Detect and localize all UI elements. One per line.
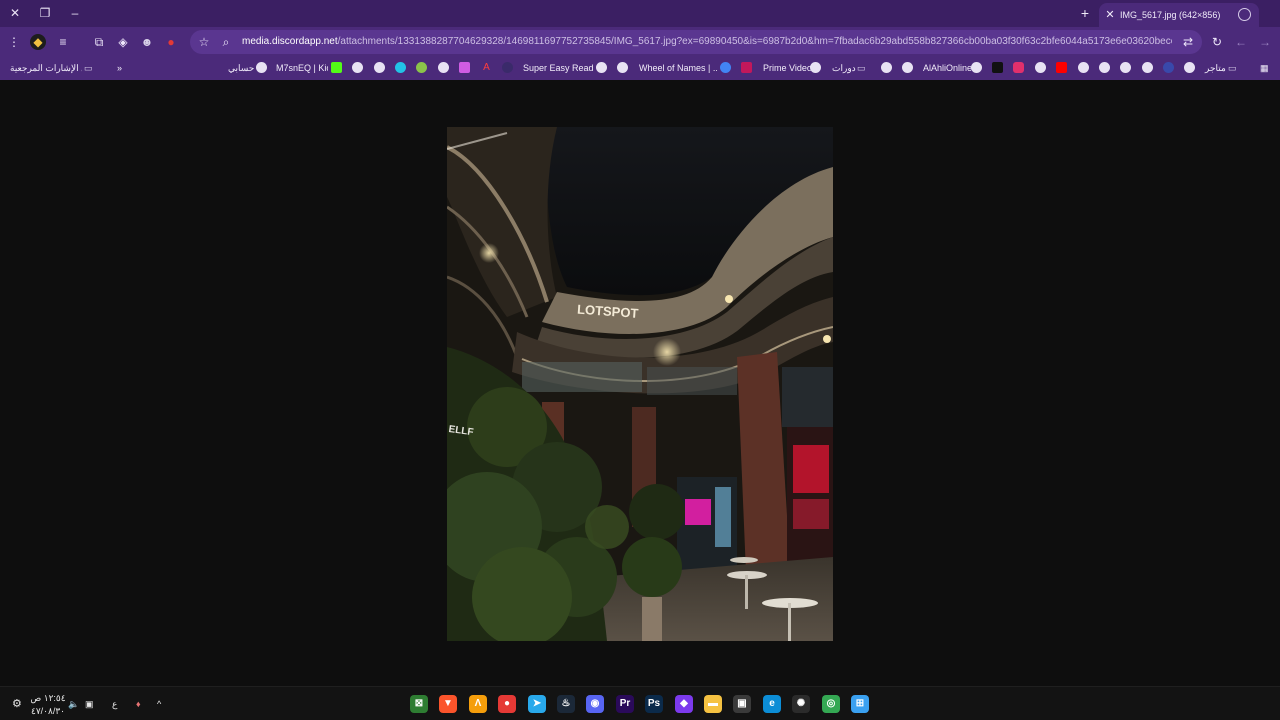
prime-icon (741, 62, 752, 73)
anchor-icon (1163, 62, 1174, 73)
window-minimize-button[interactable]: – (64, 4, 86, 22)
steam-icon[interactable]: ♨ (557, 695, 575, 713)
forward-icon[interactable]: → (1257, 34, 1273, 50)
reload-icon[interactable]: ↻ (1209, 34, 1225, 50)
reading-list-icon[interactable]: ≡ (55, 34, 71, 50)
url-path: /attachments/1331388287704629328/1469811… (337, 36, 1172, 47)
address-bar[interactable]: ☆ ⌕ media.discordapp.net/attachments/133… (190, 30, 1202, 54)
extension-face-icon[interactable]: ☻ (139, 34, 155, 50)
apps-icon[interactable]: ▦ (1260, 60, 1274, 76)
tab-strip: ✕ ❐ – + ✕ IMG_5617.jpg (642×856) (0, 0, 1280, 27)
discord-icon[interactable]: ◉ (586, 695, 604, 713)
globe-icon (1142, 62, 1153, 73)
xbox-icon[interactable]: ⊠ (410, 695, 428, 713)
bookmark-wheel-of-names[interactable]: Wheel of Names | ...م (639, 60, 717, 76)
url-host: media.discordapp.net (242, 36, 338, 47)
globe-icon (438, 62, 449, 73)
instagram-icon (1013, 62, 1024, 73)
window-close-button[interactable]: ✕ (4, 4, 26, 22)
chrome-icon[interactable]: ◎ (822, 695, 840, 713)
globe-icon (1120, 62, 1131, 73)
telegram-icon[interactable]: ➤ (528, 695, 546, 713)
adobe-icon: A (483, 62, 490, 73)
globe-icon (374, 62, 385, 73)
microphone-icon[interactable]: ♦ (136, 696, 146, 712)
kick-purple-icon[interactable]: ◆ (675, 695, 693, 713)
volume-icon[interactable]: 🔈 (68, 696, 80, 712)
toolbar: ⋮ ◆ ≡ ⧉ ◈ ☻ ● ☆ ⌕ media.discordapp.net/a… (0, 27, 1280, 57)
browser-window: ✕ ❐ – + ✕ IMG_5617.jpg (642×856) ⋮ ◆ ≡ ⧉… (0, 0, 1280, 80)
bookmark-prime-video[interactable]: Prime Video (763, 60, 812, 76)
download-icon (416, 62, 427, 73)
globe-icon (1238, 8, 1251, 21)
globe-icon (1099, 62, 1110, 73)
bookmarks-bar: ▭ كل الإشارات المرجعية » حسابي M7snEQ | … (0, 57, 1280, 80)
globe-icon (881, 62, 892, 73)
wheel-icon (720, 62, 731, 73)
microsoft-store-icon[interactable]: ▣ (733, 695, 751, 713)
displayed-photo[interactable]: LOTSPOT ELLF (447, 127, 833, 641)
back-icon[interactable]: ← (1233, 34, 1249, 50)
windows-start-icon[interactable]: ⊞ (851, 695, 869, 713)
globe-icon (902, 62, 913, 73)
all-bookmarks-button[interactable]: كل الإشارات المرجعية (10, 60, 82, 76)
folder-icon: ▭ (84, 63, 93, 73)
site-info-icon[interactable]: ⇄ (1180, 34, 1196, 50)
extension-red-icon[interactable]: ● (163, 34, 179, 50)
recorder-icon[interactable]: ● (498, 695, 516, 713)
bookmark-kick[interactable]: M7snEQ | Kick (276, 60, 328, 76)
globe-icon (810, 62, 821, 73)
bookmark-alahli[interactable]: AlAhliOnline (923, 60, 972, 76)
mall-atrium-photo: LOTSPOT ELLF (447, 127, 833, 641)
extensions-icon[interactable]: ⧉ (91, 34, 107, 50)
tray-overflow-icon[interactable]: ^ (157, 696, 167, 712)
photoshop-icon[interactable]: Ps (645, 695, 663, 713)
tray-time[interactable]: ١٢:٥٤ ص (28, 690, 68, 704)
kick-icon (331, 62, 342, 73)
reading-icon (502, 62, 513, 73)
tab-active[interactable]: ✕ IMG_5617.jpg (642×856) (1099, 3, 1259, 27)
globe-icon (352, 62, 363, 73)
edge-icon (395, 62, 406, 73)
premiere-icon[interactable]: Pr (616, 695, 634, 713)
tiktok-icon (992, 62, 1003, 73)
extension-diamond-icon[interactable]: ◈ (115, 34, 131, 50)
brave-icon[interactable]: ▼ (439, 695, 457, 713)
bookmark-courses-folder[interactable]: دورات (832, 60, 856, 76)
input-language[interactable]: ع (112, 696, 122, 712)
network-icon[interactable]: ▣ (85, 696, 97, 712)
globe-icon (617, 62, 628, 73)
globe-icon (596, 62, 607, 73)
bookmark-super-easy-reading[interactable]: Super Easy Reading (523, 60, 593, 76)
globe-icon (1078, 62, 1089, 73)
menu-icon[interactable]: ⋮ (6, 34, 22, 50)
image-icon (459, 62, 470, 73)
globe-icon (256, 62, 267, 73)
file-explorer-icon[interactable]: ▬ (704, 695, 722, 713)
search-icon: ⌕ (222, 35, 230, 49)
globe-icon (971, 62, 982, 73)
bot-icon (1184, 62, 1195, 73)
tab-close-icon[interactable]: ✕ (1103, 7, 1117, 23)
star-icon[interactable]: ☆ (196, 34, 212, 50)
tray-date[interactable]: ٤٧/٠٨/٣٠ (28, 703, 68, 717)
bookmarks-overflow-icon[interactable]: » (117, 60, 129, 76)
taskbar: ⚙ ١٢:٥٤ ص ٤٧/٠٨/٣٠ 🔈 ▣ ع ♦ ^ ⊠ ▼ Λ ● ➤ ♨ ◉ Pr Ps… (0, 686, 1280, 720)
youtube-icon (1056, 62, 1067, 73)
chatgpt-icon[interactable]: ✺ (792, 695, 810, 713)
extension-shield-icon[interactable]: ◆ (30, 34, 46, 50)
folder-icon: ▭ (1228, 63, 1237, 73)
edge-icon[interactable]: e (763, 695, 781, 713)
folder-icon: ▭ (857, 63, 866, 73)
tab-title: IMG_5617.jpg (642×856) (1120, 10, 1221, 20)
bookmark-stores-folder[interactable]: متاجر (1205, 60, 1226, 76)
globe-icon (1035, 62, 1046, 73)
window-restore-button[interactable]: ❐ (34, 4, 56, 22)
new-tab-button[interactable]: + (1077, 5, 1093, 21)
bookmark-my-account[interactable]: حسابي (228, 60, 254, 76)
image-viewer: LOTSPOT ELLF (0, 80, 1280, 686)
url-text[interactable]: media.discordapp.net/attachments/1331388… (242, 35, 1172, 49)
arc-icon[interactable]: Λ (469, 695, 487, 713)
notification-icon[interactable]: ⚙ (12, 696, 24, 712)
